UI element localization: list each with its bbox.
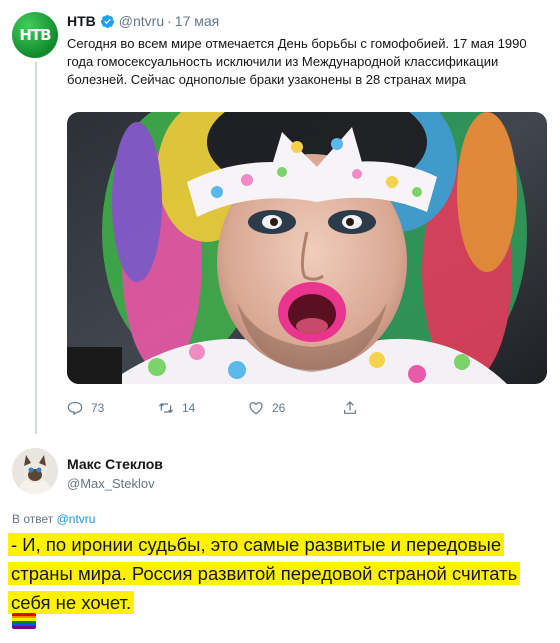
reply-text-highlighted: - И, по иронии судьбы, это самые развиты… (8, 533, 521, 614)
tweet-photo-image (67, 112, 547, 384)
author-name[interactable]: НТВ (67, 12, 96, 30)
like-count: 26 (272, 401, 286, 415)
reply-author-handle[interactable]: @Max_Steklov (67, 475, 163, 492)
retweet-count: 14 (182, 401, 196, 415)
reply-header: Макс Стеклов @Max_Steklov (67, 456, 163, 492)
share-icon (344, 401, 356, 414)
ntv-avatar[interactable]: НТВ (12, 12, 58, 58)
author-handle[interactable]: @ntvru (119, 12, 164, 30)
verified-icon (100, 14, 114, 28)
reply-icon (67, 402, 83, 416)
retweet-icon (158, 403, 174, 413)
reply-text: - И, по иронии судьбы, это самые развиты… (8, 530, 556, 617)
tweet-photo[interactable] (67, 112, 547, 384)
reply-author-avatar[interactable] (12, 448, 58, 494)
share-action[interactable] (342, 400, 366, 416)
rainbow-flag-icon (12, 613, 36, 629)
replying-to: В ответ @ntvru (12, 512, 95, 526)
tweet-date[interactable]: 17 мая (175, 12, 219, 30)
tweet-actions: 73 14 26 (67, 400, 367, 418)
avatar-logo-text: НТВ (19, 26, 51, 44)
tweet-header: НТВ @ntvru · 17 мая (67, 12, 547, 30)
replying-to-prefix: В ответ (12, 512, 54, 526)
like-icon (249, 402, 263, 415)
reply-author-name[interactable]: Макс Стеклов (67, 456, 163, 473)
reply-action[interactable]: 73 (67, 400, 104, 416)
separator-dot: · (167, 13, 172, 29)
tweet-text: Сегодня во всем мире отмечается День бор… (67, 36, 527, 87)
thread-connector-line (35, 62, 37, 434)
retweet-action[interactable]: 14 (158, 400, 195, 416)
reply-count: 73 (91, 401, 105, 415)
original-tweet: НТВ @ntvru · 17 мая Сегодня во всем мире… (67, 12, 547, 89)
cat-avatar-image (12, 448, 58, 494)
replying-to-handle[interactable]: @ntvru (57, 512, 96, 526)
like-action[interactable]: 26 (248, 400, 285, 416)
